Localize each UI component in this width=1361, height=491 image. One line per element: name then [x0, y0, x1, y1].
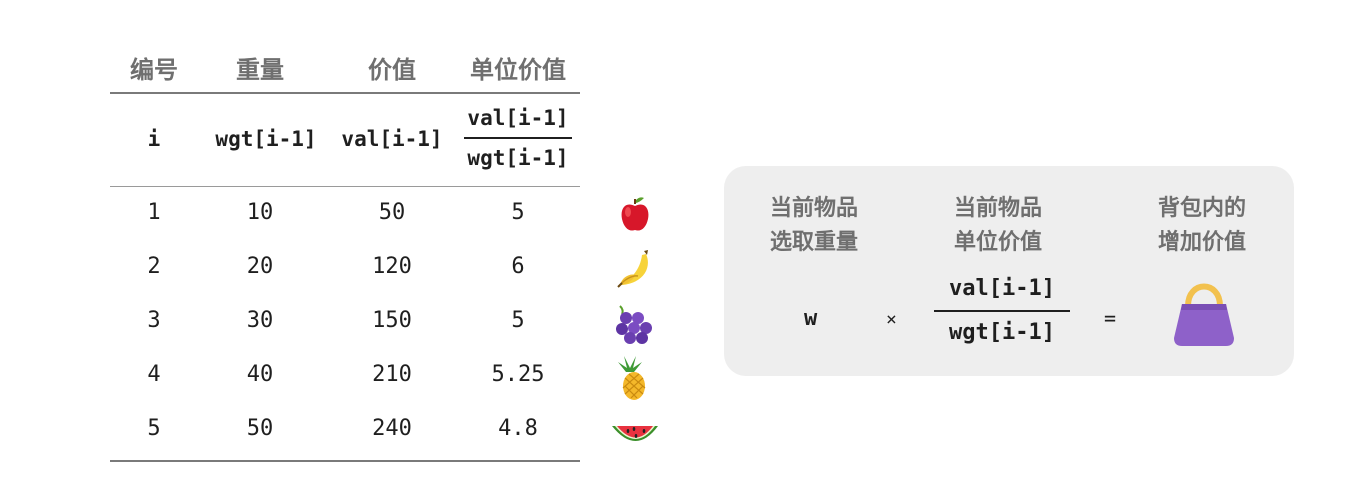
formula-panel: 当前物品 选取重量 当前物品 单位价值 背包内的 增加价值 w × val[i-… [724, 166, 1294, 376]
weight-symbol: w [804, 306, 818, 331]
table-row: 5 50 240 4.8 [110, 403, 580, 457]
label-line: 增加价值 [1157, 230, 1246, 255]
cell-index: 3 [147, 308, 161, 333]
cell-value: 240 [372, 416, 412, 441]
table-row: 1 10 50 5 [110, 187, 580, 241]
label-selected-weight: 当前物品 选取重量 [734, 192, 894, 260]
cell-index: 5 [147, 416, 161, 441]
purple-bag-icon [1164, 274, 1244, 354]
banana-icon [600, 247, 660, 291]
table-bottom-rule [110, 460, 580, 462]
cell-value: 210 [372, 362, 412, 387]
table-row: 2 20 120 6 [110, 241, 580, 295]
formula-fraction-bar [934, 310, 1070, 312]
cell-weight: 10 [246, 200, 274, 225]
formula-fraction: val[i-1] wgt[i-1] [934, 274, 1070, 348]
cell-weight: 50 [246, 416, 274, 441]
label-line: 当前物品 [769, 196, 858, 221]
fraction-denominator: wgt[i-1] [467, 145, 569, 170]
pineapple-icon [600, 352, 660, 402]
apple-icon [600, 194, 660, 238]
formula-numerator: val[i-1] [949, 276, 1055, 301]
equals-symbol: = [1104, 306, 1117, 330]
label-value-gain: 背包内的 增加价值 [1122, 192, 1282, 260]
grapes-icon [600, 302, 660, 346]
table-header-cn: 编号 重量 价值 单位价值 [110, 50, 580, 84]
cell-index: 4 [147, 362, 161, 387]
watermelon-icon [600, 410, 660, 454]
cell-unit-value: 5.25 [491, 362, 545, 387]
times-symbol: × [886, 309, 897, 330]
cell-unit-value: 5 [511, 200, 525, 225]
label-line: 选取重量 [769, 230, 858, 255]
cell-unit-value: 6 [511, 254, 525, 279]
table-header-symbols: i wgt[i-1] val[i-1] val[i-1] wgt[i-1] [110, 94, 580, 186]
label-line: 背包内的 [1157, 196, 1246, 221]
header-sym-unit-fraction: val[i-1] wgt[i-1] [456, 104, 580, 172]
fraction-bar [464, 137, 572, 139]
fraction-numerator: val[i-1] [467, 106, 569, 130]
header-sym-weight: wgt[i-1] [215, 127, 317, 151]
cell-unit-value: 5 [511, 308, 525, 333]
header-sym-value: val[i-1] [341, 127, 443, 151]
cell-value: 120 [372, 254, 412, 279]
cell-index: 2 [147, 254, 161, 279]
table-row: 3 30 150 5 [110, 295, 580, 349]
cell-weight: 30 [246, 308, 274, 333]
table-row: 4 40 210 5.25 [110, 349, 580, 403]
cell-index: 1 [147, 200, 161, 225]
header-unit-value: 单位价值 [470, 56, 566, 84]
header-weight: 重量 [236, 56, 284, 84]
cell-weight: 40 [246, 362, 274, 387]
label-unit-value: 当前物品 单位价值 [918, 192, 1078, 260]
cell-weight: 20 [246, 254, 274, 279]
cell-unit-value: 4.8 [498, 416, 538, 441]
header-sym-index: i [147, 127, 161, 151]
formula-denominator: wgt[i-1] [949, 319, 1055, 345]
label-line: 单位价值 [953, 230, 1042, 255]
header-value: 价值 [368, 56, 416, 84]
cell-value: 150 [372, 308, 412, 333]
label-line: 当前物品 [953, 196, 1042, 221]
cell-value: 50 [378, 200, 406, 225]
header-index: 编号 [130, 56, 178, 84]
